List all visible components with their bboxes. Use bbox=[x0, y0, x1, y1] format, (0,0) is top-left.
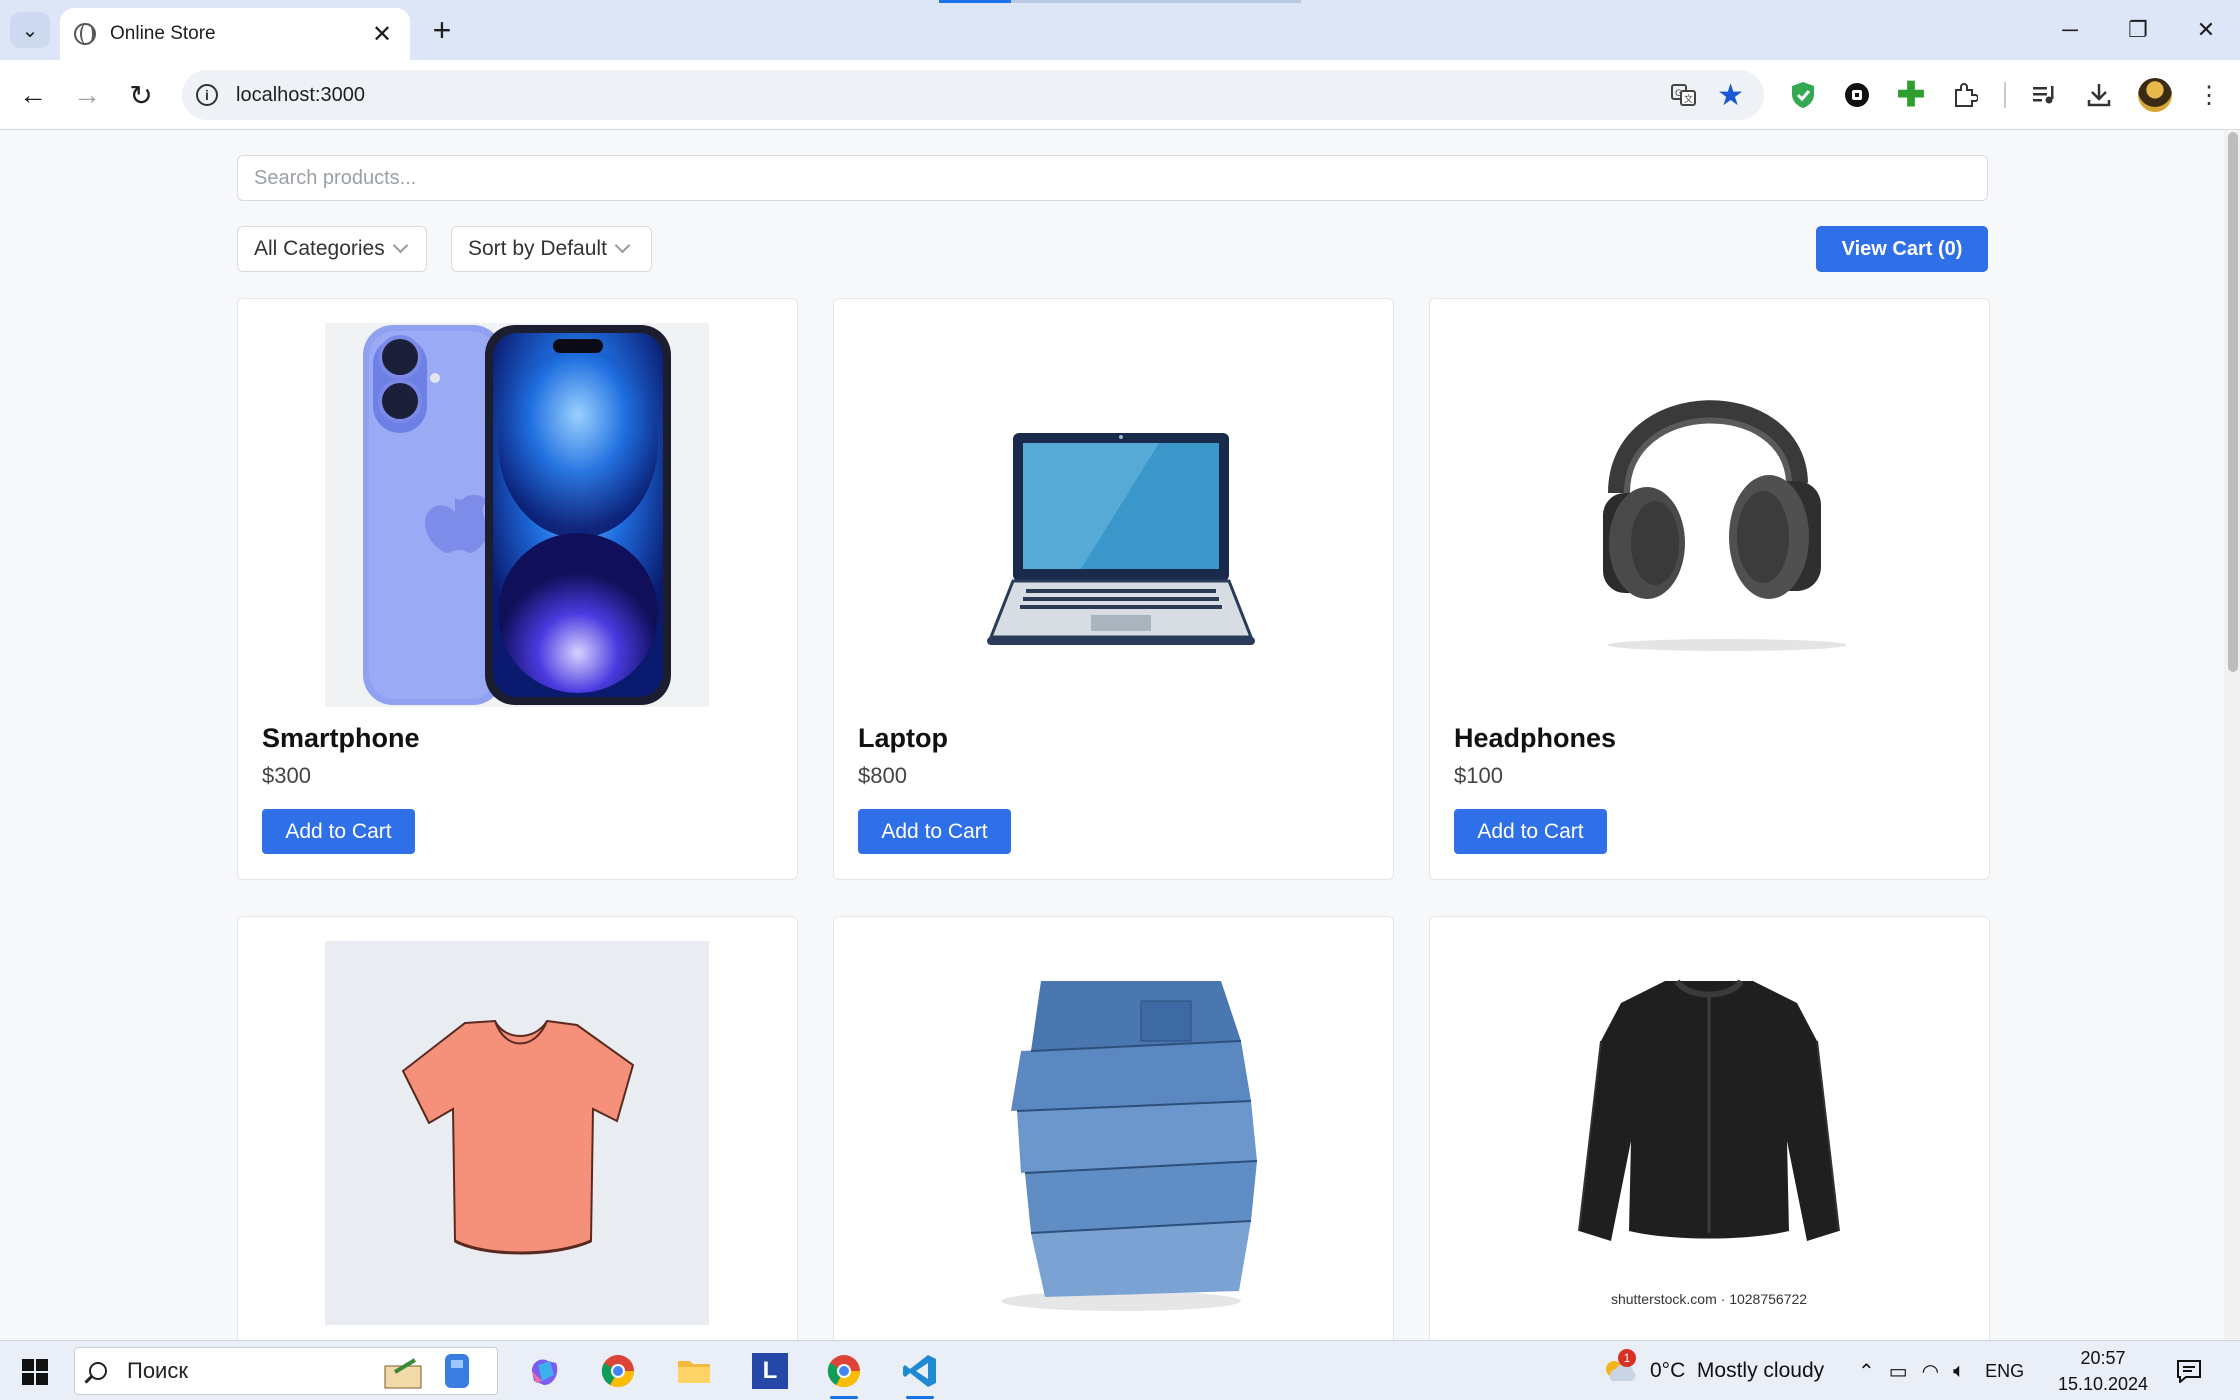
clock-time: 20:57 bbox=[2080, 1348, 2126, 1368]
tab-strip-indicator-track bbox=[1011, 0, 1301, 3]
minimize-button[interactable]: ─ bbox=[2036, 0, 2104, 60]
image-watermark: shutterstock.com · 1028756722 bbox=[1610, 1291, 1808, 1307]
search-icon bbox=[89, 1362, 107, 1380]
new-tab-button[interactable]: + bbox=[424, 12, 460, 48]
tab-title: Online Store bbox=[110, 23, 216, 44]
copilot-icon[interactable] bbox=[522, 1349, 566, 1393]
product-card: Headphones $100 Add to Cart bbox=[1429, 298, 1990, 880]
globe-icon bbox=[74, 23, 96, 45]
window-controls: ─ ❐ ✕ bbox=[2036, 0, 2240, 60]
forward-button[interactable]: → bbox=[66, 74, 108, 116]
volume-icon[interactable]: 🔈︎ bbox=[1953, 1360, 1965, 1383]
add-to-cart-button[interactable]: Add to Cart bbox=[262, 809, 415, 854]
svg-text:文: 文 bbox=[1684, 93, 1693, 105]
tshirt-image[interactable] bbox=[325, 941, 709, 1325]
media-control-icon[interactable] bbox=[2028, 78, 2062, 112]
browser-menu-icon[interactable]: ⋮ bbox=[2192, 78, 2226, 112]
weather-widget[interactable]: 1 0°C Mostly cloudy bbox=[1600, 1341, 1824, 1400]
product-card: shutterstock.com · 1028756722 bbox=[1429, 916, 1990, 1356]
sort-select-value: Sort by Default bbox=[468, 237, 607, 260]
chevron-down-icon: ⌄ bbox=[21, 19, 39, 42]
back-button[interactable]: ← bbox=[12, 74, 54, 116]
taskbar-search-label: Поиск bbox=[127, 1358, 188, 1383]
language-indicator[interactable]: ENG bbox=[1985, 1361, 2024, 1382]
headphones-image[interactable] bbox=[1517, 323, 1901, 707]
product-price: $800 bbox=[858, 763, 907, 788]
reload-button[interactable]: ↻ bbox=[120, 74, 162, 116]
shield-extension-icon[interactable] bbox=[1786, 78, 1820, 112]
chevron-up-icon[interactable]: ⌃ bbox=[1858, 1359, 1875, 1384]
jacket-image[interactable]: shutterstock.com · 1028756722 bbox=[1517, 941, 1901, 1325]
extensions-puzzle-icon[interactable] bbox=[1948, 78, 1982, 112]
sort-select[interactable]: Sort by Default bbox=[451, 226, 652, 272]
bookmark-star-icon[interactable]: ★ bbox=[1717, 78, 1744, 113]
browser-toolbar: ← → ↻ i localhost:3000 G文 ★ ✚ ⋮ bbox=[0, 60, 2240, 130]
category-select[interactable]: All Categories bbox=[237, 226, 427, 272]
product-search-input[interactable] bbox=[237, 155, 1988, 201]
product-card: Laptop $800 Add to Cart bbox=[833, 298, 1394, 880]
add-to-cart-button[interactable]: Add to Cart bbox=[858, 809, 1011, 854]
address-bar[interactable]: i localhost:3000 G文 ★ bbox=[182, 70, 1764, 120]
browser-tab-bar: ⌄ Online Store ✕ + ─ ❐ ✕ bbox=[0, 0, 2240, 60]
chrome-active-icon[interactable] bbox=[822, 1349, 866, 1399]
notifications-icon[interactable] bbox=[2176, 1341, 2202, 1400]
toolbar-separator bbox=[2004, 82, 2006, 108]
product-name: Headphones bbox=[1454, 723, 1617, 753]
browser-tab[interactable]: Online Store ✕ bbox=[60, 8, 410, 60]
product-name: Laptop bbox=[858, 723, 948, 753]
chrome-icon[interactable] bbox=[596, 1349, 640, 1393]
add-to-cart-button[interactable]: Add to Cart bbox=[1454, 809, 1607, 854]
smartphone-image[interactable] bbox=[325, 323, 709, 707]
dark-extension-icon[interactable] bbox=[1840, 78, 1874, 112]
clock[interactable]: 20:57 15.10.2024 bbox=[2058, 1341, 2148, 1400]
close-window-button[interactable]: ✕ bbox=[2172, 0, 2240, 60]
weather-badge: 1 bbox=[1618, 1349, 1636, 1367]
l-app-icon[interactable]: L bbox=[748, 1349, 792, 1393]
tab-strip-indicator bbox=[939, 0, 1011, 3]
file-explorer-icon[interactable] bbox=[672, 1349, 716, 1393]
weather-text: 0°C Mostly cloudy bbox=[1650, 1359, 1825, 1382]
site-info-icon[interactable]: i bbox=[196, 84, 218, 106]
chevron-down-icon bbox=[392, 237, 409, 253]
product-price: $100 bbox=[1454, 763, 1503, 788]
profile-avatar[interactable] bbox=[2138, 78, 2172, 112]
url-text[interactable]: localhost:3000 bbox=[236, 84, 1669, 107]
clock-date: 15.10.2024 bbox=[2057, 1374, 2149, 1394]
cloud-weather-icon: 1 bbox=[1600, 1349, 1640, 1391]
translate-icon[interactable]: G文 bbox=[1669, 80, 1699, 110]
product-name: Smartphone bbox=[262, 723, 420, 753]
vscode-icon[interactable] bbox=[898, 1349, 942, 1399]
product-card bbox=[833, 916, 1394, 1356]
laptop-image[interactable] bbox=[921, 323, 1305, 707]
page-scrollbar-thumb[interactable] bbox=[2228, 132, 2238, 672]
view-cart-button[interactable]: View Cart (0) bbox=[1816, 226, 1988, 272]
svg-text:G: G bbox=[1675, 89, 1682, 99]
taskbar-search-box[interactable]: Поиск bbox=[74, 1347, 498, 1395]
restore-button[interactable]: ❐ bbox=[2104, 0, 2172, 60]
windows-start-icon[interactable] bbox=[22, 1359, 48, 1385]
close-tab-icon[interactable]: ✕ bbox=[370, 20, 394, 49]
os-taskbar: Поиск L 1 0°C Mostly cloudy ⌃ ▭ ◠ 🔈︎ ENG… bbox=[0, 1340, 2240, 1400]
tab-search-button[interactable]: ⌄ bbox=[10, 12, 50, 48]
product-price: $300 bbox=[262, 763, 311, 788]
chevron-down-icon bbox=[614, 237, 631, 253]
system-tray: ⌃ ▭ ◠ 🔈︎ ENG bbox=[1858, 1341, 2024, 1400]
product-card bbox=[237, 916, 798, 1356]
category-select-value: All Categories bbox=[254, 237, 385, 260]
battery-icon[interactable]: ▭ bbox=[1889, 1359, 1908, 1384]
wifi-icon[interactable]: ◠ bbox=[1922, 1359, 1939, 1384]
search-highlight-icon bbox=[375, 1352, 485, 1398]
plus-extension-icon[interactable]: ✚ bbox=[1894, 76, 1928, 114]
product-card: Smartphone $300 Add to Cart bbox=[237, 298, 798, 880]
jeans-image[interactable] bbox=[921, 941, 1305, 1325]
download-icon[interactable] bbox=[2082, 78, 2116, 112]
